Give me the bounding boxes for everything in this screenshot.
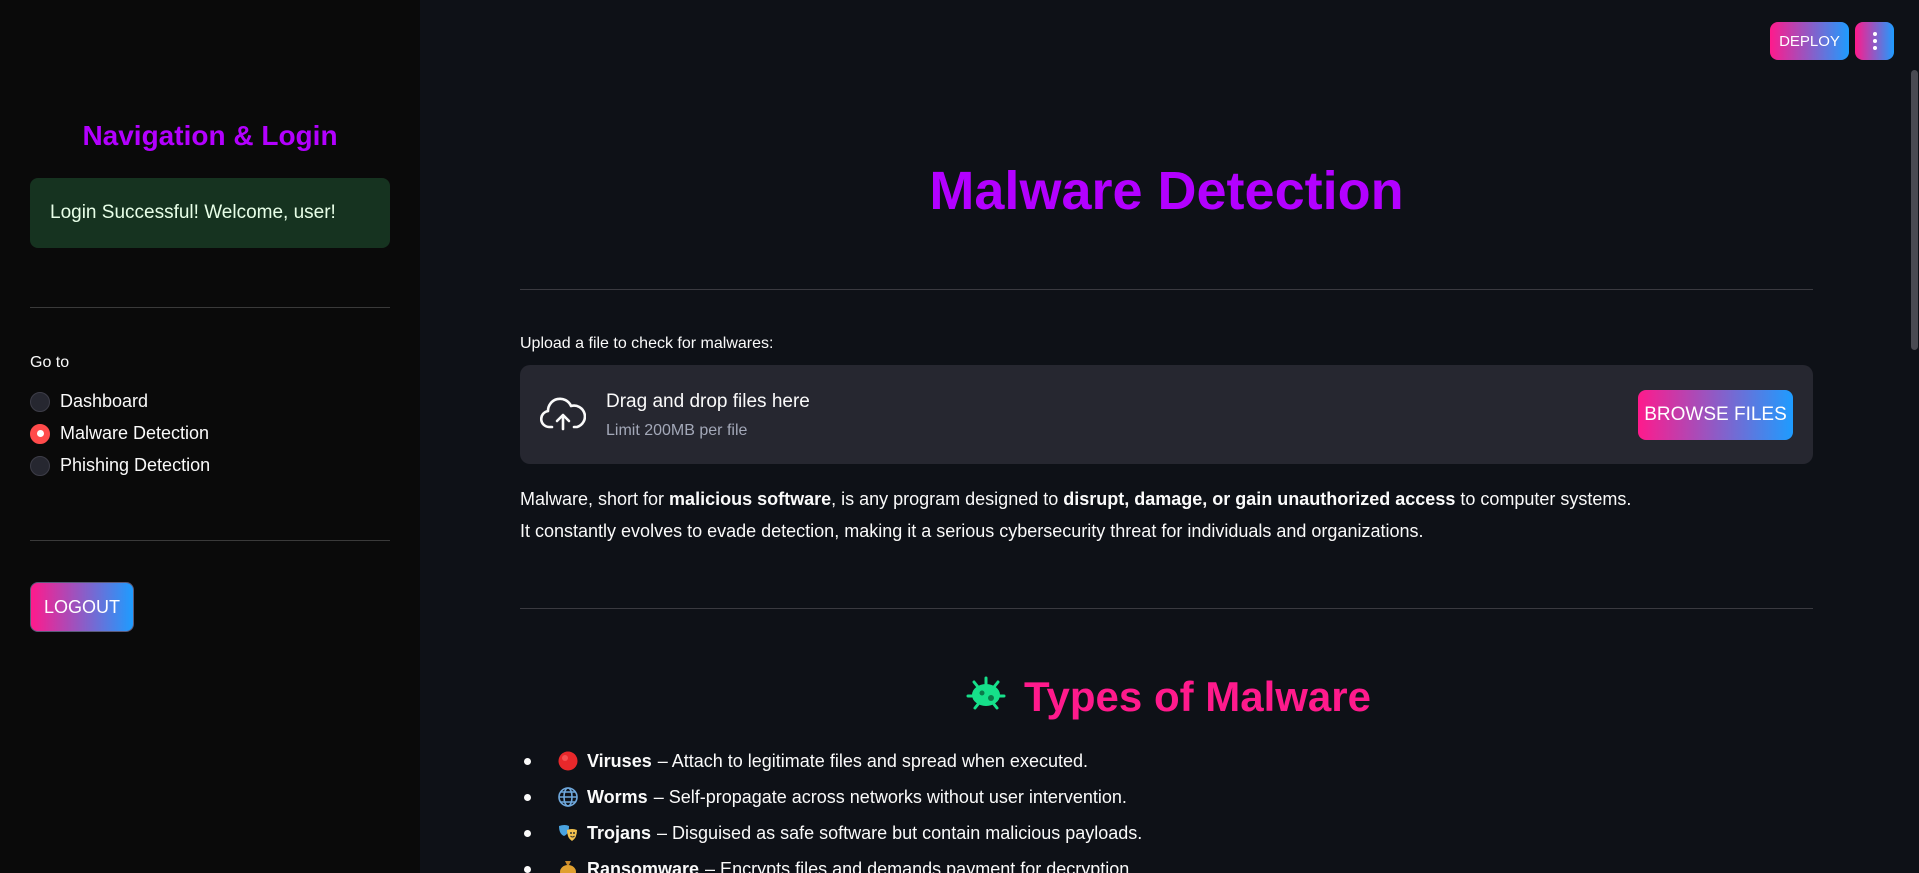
- nav-radio-malware-detection[interactable]: Malware Detection: [30, 423, 209, 444]
- vertical-ellipsis-icon: [1872, 32, 1877, 50]
- malware-type-desc: – Encrypts files and demands payment for…: [705, 858, 1135, 873]
- sidebar-title: Navigation & Login: [82, 120, 338, 151]
- main-menu-button[interactable]: [1855, 22, 1894, 60]
- radio-button[interactable]: [30, 455, 50, 476]
- cloud-upload-icon: [539, 397, 587, 438]
- dropzone-instruction: Drag and drop files here: [606, 391, 810, 412]
- scrollbar-thumb[interactable]: [1911, 70, 1918, 350]
- intro-bold-text: malicious software: [669, 489, 832, 509]
- types-heading-text: Types of Malware: [1024, 672, 1371, 720]
- section-divider: [520, 289, 1813, 290]
- login-success-message: Login Successful! Welcome, user!: [50, 202, 336, 223]
- malware-type-desc: – Self-propagate across networks without…: [653, 786, 1127, 807]
- types-heading: Types of Malware: [520, 670, 1813, 723]
- intro-bold-text: disrupt, damage, or gain unauthorized ac…: [1063, 489, 1456, 509]
- malware-type-name: Viruses: [587, 750, 652, 771]
- money-bag-icon: [557, 858, 579, 873]
- sidebar-divider: [30, 540, 390, 541]
- deploy-button[interactable]: DEPLOY: [1770, 22, 1849, 60]
- malware-type-name: Ransomware: [587, 858, 700, 873]
- login-success-alert: Login Successful! Welcome, user!: [30, 178, 390, 248]
- dropzone-limit: Limit 200MB per file: [606, 422, 748, 439]
- nav-radio-label: Phishing Detection: [60, 455, 211, 475]
- malware-type-desc: – Disguised as safe software but contain…: [657, 822, 1143, 843]
- intro-paragraph-line1: Malware, short for malicious software, i…: [520, 489, 1813, 510]
- malware-type-name: Worms: [587, 786, 648, 807]
- radio-button-selected[interactable]: [30, 423, 50, 444]
- malware-type-desc: – Attach to legitimate files and spread …: [657, 750, 1088, 771]
- malware-type-name: Trojans: [587, 822, 652, 843]
- sidebar-divider: [30, 307, 390, 308]
- list-item: Viruses – Attach to legitimate files and…: [520, 750, 1088, 772]
- bullet: [524, 865, 531, 873]
- list-item: Ransomware – Encrypts files and demands …: [520, 858, 1134, 873]
- microbe-icon: [962, 670, 1010, 723]
- list-item: Trojans – Disguised as safe software but…: [520, 822, 1142, 844]
- nav-radio-dashboard[interactable]: Dashboard: [30, 391, 148, 412]
- bullet: [524, 793, 531, 801]
- nav-radio-phishing-detection[interactable]: Phishing Detection: [30, 455, 210, 476]
- intro-text: , is any program designed to: [831, 489, 1064, 509]
- section-divider: [520, 608, 1813, 609]
- bullet: [524, 829, 531, 837]
- intro-paragraph-line2: It constantly evolves to evade detection…: [520, 521, 1424, 541]
- upload-label: Upload a file to check for malwares:: [520, 335, 774, 352]
- sidebar: Navigation & Login Login Successful! Wel…: [0, 0, 420, 873]
- intro-text: Malware, short for: [520, 489, 670, 509]
- nav-radio-label: Malware Detection: [60, 423, 210, 443]
- globe-icon: [557, 786, 579, 808]
- nav-radio-label: Dashboard: [60, 391, 149, 411]
- page-title: Malware Detection: [929, 161, 1404, 221]
- red-circle-icon: [557, 750, 579, 772]
- radio-button[interactable]: [30, 391, 50, 412]
- intro-text: to computer systems.: [1455, 489, 1632, 509]
- logout-button[interactable]: LOGOUT: [30, 582, 134, 632]
- goto-label: Go to: [30, 354, 70, 371]
- browse-files-button[interactable]: BROWSE FILES: [1638, 390, 1793, 440]
- bullet: [524, 757, 531, 765]
- masks-icon: [557, 822, 579, 844]
- list-item: Worms – Self-propagate across networks w…: [520, 786, 1127, 808]
- file-dropzone[interactable]: Drag and drop files here Limit 200MB per…: [520, 365, 1813, 464]
